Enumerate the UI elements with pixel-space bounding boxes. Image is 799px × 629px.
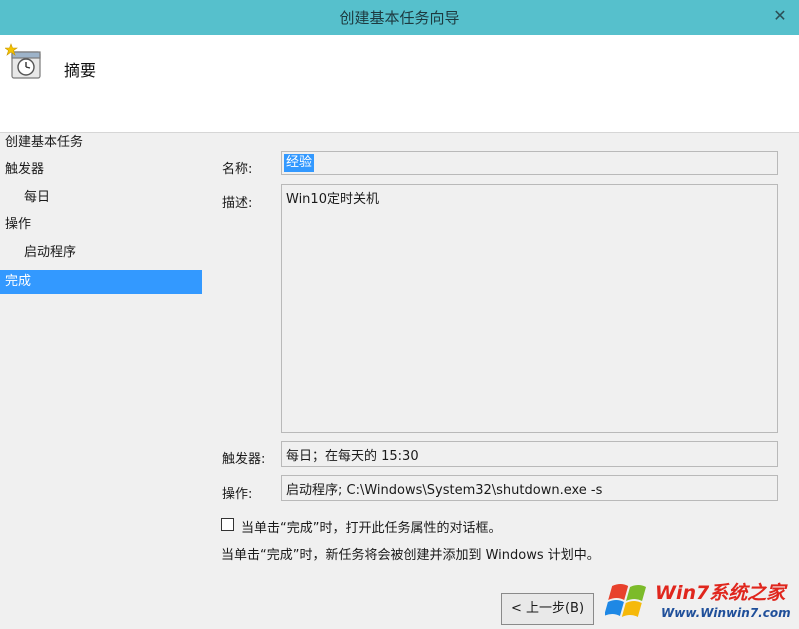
trigger-label: 触发器: — [222, 452, 266, 467]
nav-item-create-basic-task[interactable]: 创建基本任务 — [5, 131, 195, 155]
description-field[interactable]: Win10定时关机 — [281, 184, 778, 433]
description-text: Win10定时关机 — [286, 192, 379, 207]
finish-note: 当单击“完成”时，新任务将会被创建并添加到 Windows 计划中。 — [221, 548, 600, 563]
open-properties-label[interactable]: 当单击“完成”时，打开此任务属性的对话框。 — [241, 517, 501, 536]
nav-item-daily[interactable]: 每日 — [24, 186, 194, 210]
action-text: 启动程序; C:\Windows\System32\shutdown.exe -… — [286, 483, 603, 498]
nav-item-action[interactable]: 操作 — [5, 213, 195, 237]
back-button[interactable]: < 上一步(B) — [501, 593, 594, 625]
close-button[interactable]: ✕ — [767, 4, 793, 28]
watermark-url: Www.Winwin7.com — [661, 606, 791, 620]
wizard-body: 创建基本任务 触发器 每日 操作 启动程序 完成 名称: 经验 描述: Win1… — [0, 133, 799, 629]
description-label: 描述: — [222, 196, 253, 211]
name-field[interactable] — [281, 151, 778, 175]
page-title: 摘要 — [64, 61, 97, 80]
name-label: 名称: — [222, 162, 253, 177]
action-label: 操作: — [222, 487, 253, 502]
scheduled-task-clock-icon — [5, 43, 41, 79]
action-field: 启动程序; C:\Windows\System32\shutdown.exe -… — [281, 475, 778, 501]
watermark-title: Win7系统之家 — [655, 582, 786, 604]
title-bar: 创建基本任务向导 ✕ — [0, 0, 799, 35]
wizard-steps-nav: 创建基本任务 触发器 每日 操作 启动程序 完成 — [0, 133, 202, 629]
trigger-field: 每日；在每天的 15:30 — [281, 441, 778, 467]
nav-item-finish[interactable]: 完成 — [0, 270, 202, 294]
window-title: 创建基本任务向导 — [339, 9, 460, 27]
wizard-header: 摘要 — [0, 35, 799, 133]
nav-item-start-program[interactable]: 启动程序 — [24, 241, 194, 265]
trigger-text: 每日；在每天的 15:30 — [286, 449, 419, 464]
open-properties-checkbox[interactable] — [221, 518, 234, 531]
nav-item-trigger[interactable]: 触发器 — [5, 158, 195, 182]
